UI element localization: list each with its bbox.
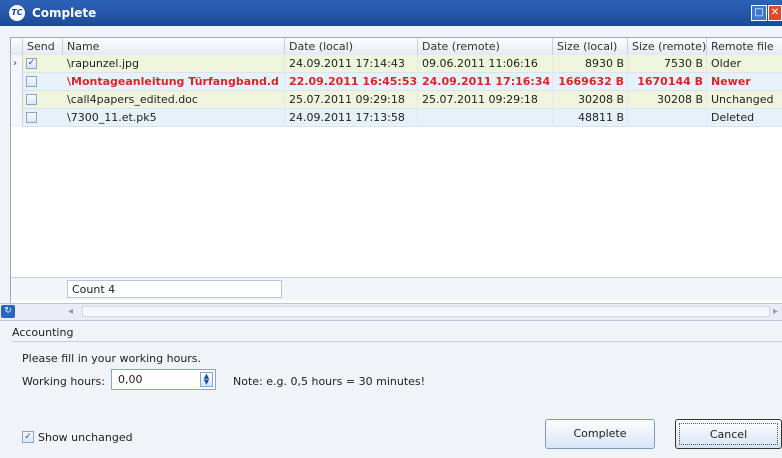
row-header [11, 73, 23, 91]
working-hours-note: Note: e.g. 0,5 hours = 30 minutes! [233, 375, 426, 388]
cell-date-local: 25.07.2011 09:29:18 [285, 91, 418, 109]
cell-date-local: 22.09.2011 16:45:53 [285, 73, 418, 91]
send-checkbox[interactable] [26, 112, 37, 123]
cell-size-local: 30208 B [553, 91, 628, 109]
send-checkbox[interactable] [26, 94, 37, 105]
working-hours-label: Working hours: [22, 375, 105, 388]
table-row[interactable]: \Montageanleitung Türfangband.d 22.09.20… [11, 73, 782, 91]
row-header [11, 109, 23, 127]
title-bar: TC Complete □ ✕ [0, 0, 782, 26]
window-title: Complete [32, 6, 97, 20]
refresh-icon[interactable]: ↻ [1, 305, 15, 318]
cell-remote-file: Older [707, 55, 782, 73]
column-date-remote[interactable]: Date (remote) [418, 38, 553, 55]
send-checkbox[interactable] [26, 76, 37, 87]
cell-size-local: 1669632 B [553, 73, 628, 91]
cancel-button[interactable]: Cancel [675, 419, 782, 449]
cell-date-remote [418, 109, 553, 127]
scroll-left-icon[interactable]: ◂ [68, 306, 73, 317]
cell-name: \rapunzel.jpg [63, 55, 285, 73]
table-row[interactable]: › ✓ \rapunzel.jpg 24.09.2011 17:14:43 09… [11, 55, 782, 73]
column-size-remote[interactable]: Size (remote) [628, 38, 707, 55]
cell-size-local: 48811 B [553, 109, 628, 127]
cell-date-local: 24.09.2011 17:14:43 [285, 55, 418, 73]
current-row-icon: › [13, 58, 17, 69]
working-hours-field[interactable]: 0,00 ▲ ▼ [111, 369, 216, 390]
count-summary: Count 4 [67, 280, 282, 298]
column-name[interactable]: Name [63, 38, 285, 55]
show-unchanged-label[interactable]: Show unchanged [38, 431, 133, 444]
cell-size-remote: 30208 B [628, 91, 707, 109]
accounting-instruction: Please fill in your working hours. [22, 352, 202, 365]
cell-remote-file: Unchanged [707, 91, 782, 109]
cell-size-remote [628, 109, 707, 127]
cell-remote-file: Newer [707, 73, 782, 91]
table-row[interactable]: \7300_11.et.pk5 24.09.2011 17:13:58 4881… [11, 109, 782, 127]
close-icon[interactable]: ✕ [768, 5, 782, 21]
cell-name: \7300_11.et.pk5 [63, 109, 285, 127]
grid-footer: Count 4 [11, 277, 782, 300]
cell-date-remote: 09.06.2011 11:06:16 [418, 55, 553, 73]
column-send[interactable]: Send [23, 38, 63, 55]
cell-date-local: 24.09.2011 17:13:58 [285, 109, 418, 127]
column-remote-file[interactable]: Remote file [707, 38, 782, 55]
cell-name: \call4papers_edited.doc [63, 91, 285, 109]
file-grid[interactable]: Send Name Date (local) Date (remote) Siz… [10, 37, 782, 303]
row-header [11, 91, 23, 109]
cell-remote-file: Deleted [707, 109, 782, 127]
cell-name: \Montageanleitung Türfangband.d [63, 73, 285, 91]
complete-button[interactable]: Complete [545, 419, 655, 449]
show-unchanged-checkbox[interactable]: ✓ [22, 431, 34, 443]
column-date-local[interactable]: Date (local) [285, 38, 418, 55]
send-checkbox[interactable]: ✓ [26, 58, 37, 69]
cell-size-remote: 7530 B [628, 55, 707, 73]
cell-size-remote: 1670144 B [628, 73, 707, 91]
row-header: › [11, 55, 23, 73]
grid-header: Send Name Date (local) Date (remote) Siz… [11, 38, 782, 56]
scroll-right-icon[interactable]: ▸ [773, 306, 778, 317]
divider [12, 341, 782, 342]
maximize-icon[interactable]: □ [751, 5, 767, 21]
app-icon: TC [9, 5, 25, 21]
column-size-local[interactable]: Size (local) [553, 38, 628, 55]
horizontal-scrollbar[interactable]: ↻ ◂ ▸ [0, 303, 782, 321]
cell-size-local: 8930 B [553, 55, 628, 73]
accounting-header: Accounting [12, 326, 74, 339]
spinner-icon[interactable]: ▲ ▼ [200, 372, 213, 387]
cell-date-remote: 24.09.2011 17:16:34 [418, 73, 553, 91]
scroll-track[interactable] [82, 306, 770, 317]
table-row[interactable]: \call4papers_edited.doc 25.07.2011 09:29… [11, 91, 782, 109]
cancel-button-label: Cancel [679, 423, 778, 445]
cell-date-remote: 25.07.2011 09:29:18 [418, 91, 553, 109]
row-header-corner [11, 38, 23, 55]
working-hours-value: 0,00 [118, 373, 143, 386]
